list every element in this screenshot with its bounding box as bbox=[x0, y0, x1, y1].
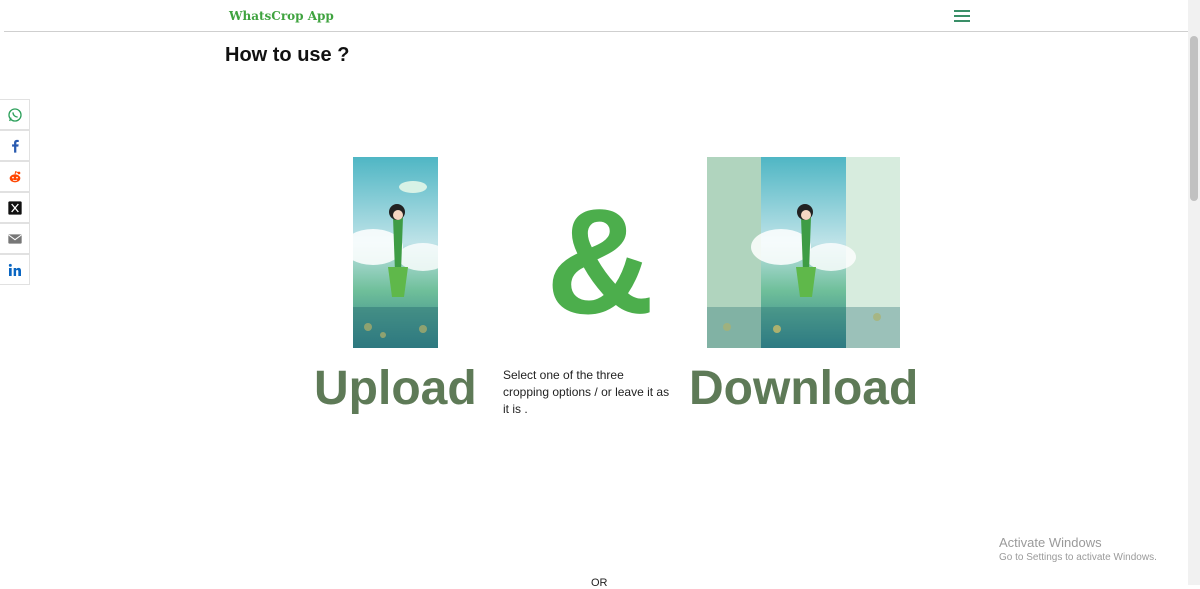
upload-illustration bbox=[353, 157, 438, 348]
share-sidebar bbox=[0, 99, 30, 285]
share-facebook-button[interactable] bbox=[0, 130, 30, 161]
reddit-icon bbox=[9, 170, 20, 182]
share-linkedin-button[interactable] bbox=[0, 254, 30, 285]
email-icon bbox=[7, 233, 22, 244]
x-icon bbox=[7, 200, 22, 215]
whatsapp-icon bbox=[7, 107, 22, 122]
page-title: How to use ? bbox=[225, 44, 350, 66]
facebook-icon bbox=[11, 139, 19, 153]
upload-label: Upload bbox=[314, 362, 477, 415]
top-navbar: WhatsCrop App bbox=[4, 0, 1188, 32]
page-scrollbar[interactable] bbox=[1188, 0, 1200, 585]
share-reddit-button[interactable] bbox=[0, 161, 30, 192]
windows-activation-watermark: Activate Windows Go to Settings to activ… bbox=[999, 535, 1157, 563]
share-x-button[interactable] bbox=[0, 192, 30, 223]
linkedin-icon bbox=[8, 263, 21, 276]
or-separator: OR bbox=[591, 577, 608, 589]
download-label: Download bbox=[689, 362, 919, 415]
ampersand-graphic: & bbox=[546, 177, 655, 345]
watermark-subtitle: Go to Settings to activate Windows. bbox=[999, 552, 1157, 563]
share-email-button[interactable] bbox=[0, 223, 30, 254]
brand-link[interactable]: WhatsCrop App bbox=[229, 9, 334, 23]
download-illustration bbox=[707, 157, 900, 348]
hamburger-icon[interactable] bbox=[952, 7, 972, 25]
share-whatsapp-button[interactable] bbox=[0, 99, 30, 130]
cropping-description: Select one of the three cropping options… bbox=[503, 368, 670, 416]
scrollbar-thumb[interactable] bbox=[1190, 36, 1198, 201]
watermark-title: Activate Windows bbox=[999, 535, 1102, 550]
